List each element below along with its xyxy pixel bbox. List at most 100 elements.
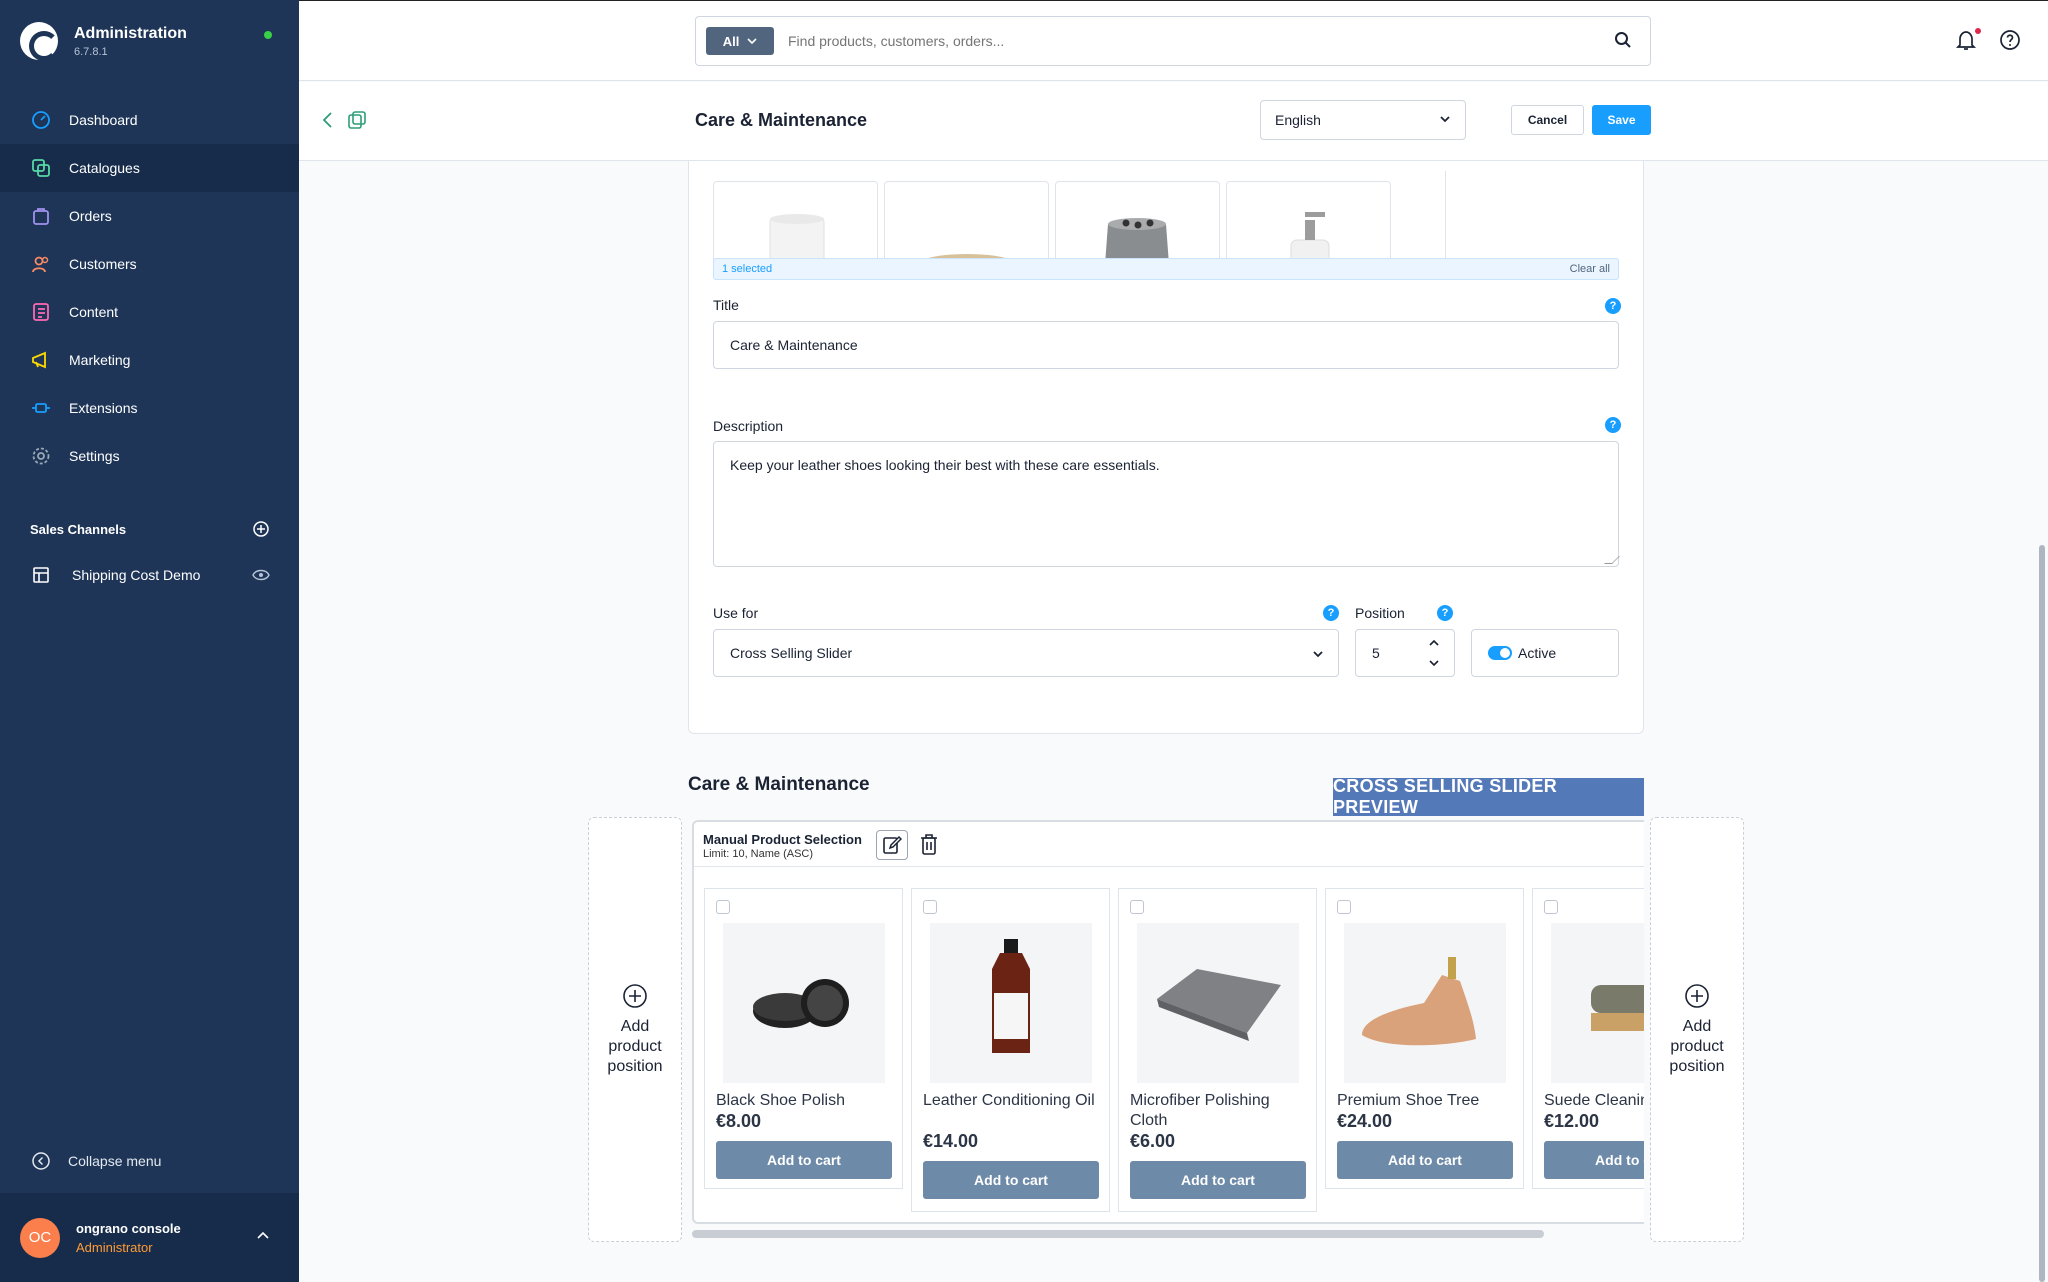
use-for-label: Use for	[713, 605, 759, 621]
product-checkbox[interactable]	[1337, 900, 1351, 914]
title-input[interactable]: Care & Maintenance	[713, 321, 1619, 369]
product-thumbnail[interactable]	[884, 181, 1049, 269]
marketing-icon	[30, 349, 52, 371]
page-title: Care & Maintenance	[695, 110, 868, 130]
product-thumbnail[interactable]	[1226, 181, 1391, 269]
language-select[interactable]: English	[1260, 100, 1466, 140]
nav-item-orders[interactable]: Orders	[0, 192, 299, 240]
chevron-down-icon[interactable]	[1428, 658, 1440, 668]
description-text: Keep your leather shoes looking their be…	[730, 457, 1160, 473]
edit-block-button[interactable]	[876, 830, 908, 860]
sales-channels-header: Sales Channels	[30, 520, 270, 538]
clear-all-link[interactable]: Clear all	[1570, 263, 1610, 275]
description-textarea[interactable]: Keep your leather shoes looking their be…	[713, 441, 1620, 567]
product-thumbnail[interactable]	[1055, 181, 1220, 269]
chevron-down-icon	[1440, 116, 1450, 123]
status-online-dot	[264, 31, 272, 39]
add-to-cart-button[interactable]: Add to cart	[716, 1141, 892, 1179]
product-slider: Black Shoe Polish €8.00 Add to cart Leat…	[704, 888, 1644, 1218]
brush-image-icon	[1591, 985, 1644, 1031]
nav-item-customers[interactable]: Customers	[0, 240, 299, 288]
block-header: Manual Product Selection Limit: 10, Name…	[694, 822, 1644, 867]
product-checkbox[interactable]	[1130, 900, 1144, 914]
nav-item-content[interactable]: Content	[0, 288, 299, 336]
manual-selection-block: Manual Product Selection Limit: 10, Name…	[692, 820, 1644, 1224]
dish-image-icon	[919, 254, 1015, 268]
selection-bar: 1 selected Clear all	[713, 258, 1619, 280]
product-checkbox[interactable]	[1544, 900, 1558, 914]
cup-image-icon	[769, 214, 825, 268]
help-icon[interactable]	[1999, 29, 2021, 51]
add-product-position-left[interactable]: Add product position	[588, 817, 682, 1242]
collapse-menu-button[interactable]: Collapse menu	[30, 1150, 161, 1172]
help-tooltip-icon[interactable]: ?	[1605, 417, 1621, 433]
resize-handle[interactable]	[1604, 556, 1620, 564]
help-tooltip-icon[interactable]: ?	[1323, 605, 1339, 621]
global-search: All	[695, 16, 1651, 66]
page-scrollbar[interactable]	[2039, 545, 2045, 1282]
selected-count: 1 selected	[722, 263, 773, 275]
product-image	[930, 923, 1092, 1083]
block-title: Manual Product Selection	[703, 832, 862, 847]
chevron-up-icon[interactable]	[257, 1231, 269, 1239]
product-price: €14.00	[923, 1131, 979, 1151]
search-input[interactable]	[788, 33, 1588, 49]
search-icon[interactable]	[1614, 31, 1632, 49]
shoe-polish-image-icon	[753, 979, 849, 1028]
user-profile[interactable]: OC ongrano console Administrator	[0, 1193, 299, 1282]
nav-item-marketing[interactable]: Marketing	[0, 336, 299, 384]
smart-bar: Care & Maintenance English Cancel Save	[299, 82, 2048, 161]
product-checkbox[interactable]	[923, 900, 937, 914]
oil-bottle-image-icon	[992, 939, 1030, 1053]
nav-label: Content	[69, 304, 119, 320]
slider-scrollbar[interactable]	[692, 1230, 1544, 1238]
active-toggle-field: Active	[1471, 629, 1619, 677]
product-card: Microfiber Polishing Cloth €6.00 Add to …	[1118, 888, 1317, 1212]
add-product-position-right[interactable]: Add product position	[1650, 817, 1744, 1242]
nav-item-dashboard[interactable]: Dashboard	[0, 96, 299, 144]
help-tooltip-icon[interactable]: ?	[1605, 298, 1621, 314]
chevron-down-icon	[1313, 651, 1323, 658]
product-name: Microfiber Polishing Cloth	[1130, 1092, 1270, 1129]
help-tooltip-icon[interactable]: ?	[1437, 605, 1453, 621]
product-card: Premium Shoe Tree €24.00 Add to cart	[1325, 888, 1524, 1189]
product-thumbnail[interactable]	[713, 181, 878, 269]
add-to-cart-button[interactable]: Add to cart	[1130, 1161, 1306, 1199]
search-scope-dropdown[interactable]: All	[706, 27, 774, 55]
add-to-cart-button[interactable]: Add to cart	[1337, 1141, 1513, 1179]
user-role: Administrator	[76, 1239, 153, 1255]
back-arrow-icon[interactable]	[321, 110, 335, 130]
sales-channel-item-shipping-cost-demo[interactable]: Shipping Cost Demo	[30, 564, 270, 586]
orders-icon	[30, 205, 52, 227]
chevron-up-icon[interactable]	[1428, 638, 1440, 648]
product-checkbox[interactable]	[716, 900, 730, 914]
cross-selling-card: 1 selected Clear all Title ? Care & Main…	[688, 161, 1644, 734]
add-sales-channel-icon[interactable]	[252, 520, 270, 538]
nav-label: Marketing	[69, 352, 131, 368]
cancel-button[interactable]: Cancel	[1511, 105, 1584, 135]
bell-icon[interactable]	[1955, 29, 1977, 51]
eye-icon[interactable]	[252, 569, 270, 581]
nav-item-settings[interactable]: Settings	[0, 432, 299, 480]
active-toggle[interactable]	[1488, 646, 1512, 660]
add-circle-icon	[623, 983, 647, 1008]
sidebar: Administration 6.7.8.1 Dashboard Catalog…	[0, 0, 299, 1282]
position-label: Position	[1355, 605, 1405, 621]
nav-item-catalogues[interactable]: Catalogues	[0, 144, 299, 192]
add-to-cart-button[interactable]: Add to cart	[923, 1161, 1099, 1199]
save-button[interactable]: Save	[1592, 105, 1651, 135]
add-to-cart-button[interactable]: Add to cart	[1544, 1141, 1644, 1179]
product-card: Suede Cleaning Brush €12.00 Add to cart	[1532, 888, 1644, 1189]
trash-icon[interactable]	[918, 832, 940, 856]
use-for-select[interactable]: Cross Selling Slider	[713, 629, 1339, 677]
position-value: 5	[1372, 645, 1380, 661]
shoe-tree-image-icon	[1362, 957, 1476, 1046]
position-stepper[interactable]: 5	[1355, 629, 1455, 677]
app-title: Administration	[74, 24, 187, 42]
nav-label: Settings	[69, 448, 120, 464]
nav-item-extensions[interactable]: Extensions	[0, 384, 299, 432]
catalogue-icon	[30, 157, 52, 179]
user-name: ongrano console	[76, 1220, 181, 1236]
block-subtitle: Limit: 10, Name (ASC)	[703, 848, 814, 860]
app-version: 6.7.8.1	[74, 45, 108, 58]
